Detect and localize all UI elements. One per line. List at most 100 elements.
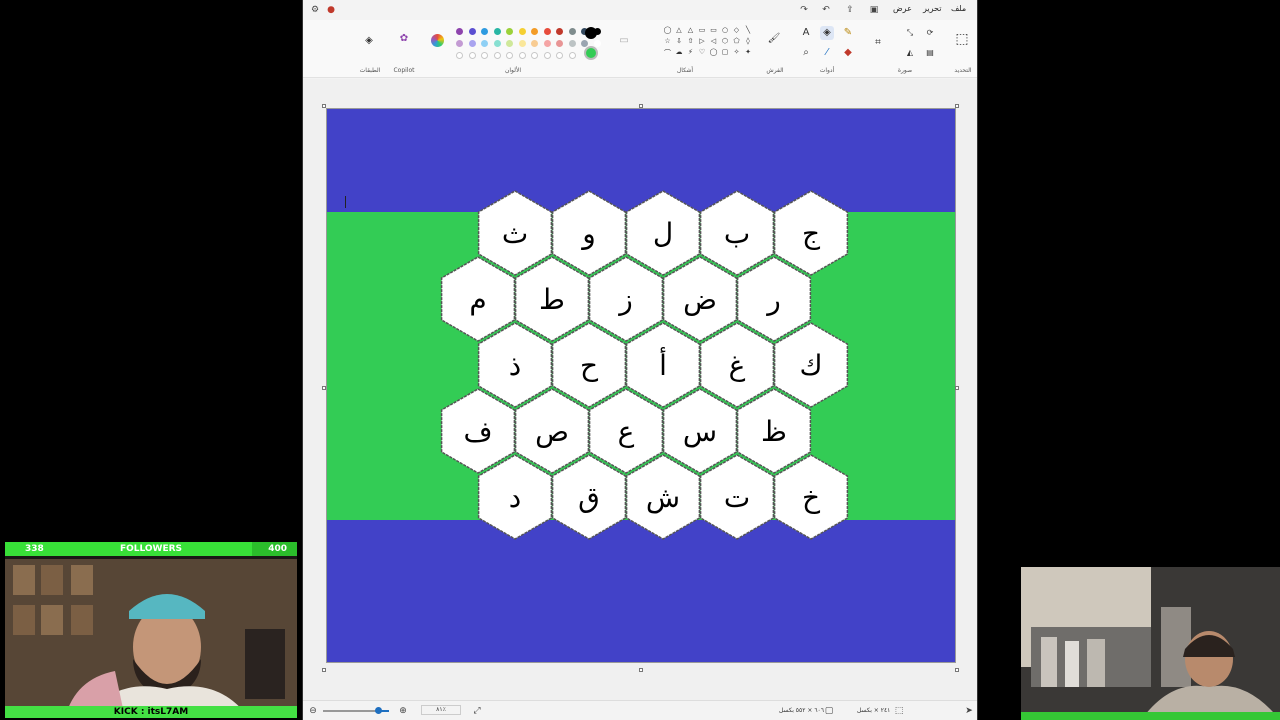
- resize-handle-left[interactable]: [322, 386, 326, 390]
- color-swatch[interactable]: [493, 28, 501, 35]
- fill-tool-icon[interactable]: ◈: [820, 26, 834, 40]
- rotate-icon[interactable]: ⟳: [923, 26, 937, 40]
- shape-option-icon[interactable]: ⬠: [732, 37, 742, 45]
- color-swatch[interactable]: [468, 28, 476, 35]
- custom-color-slot[interactable]: [568, 52, 576, 59]
- hex-cell[interactable]: ز: [588, 256, 664, 342]
- hex-cell[interactable]: ح: [551, 322, 627, 408]
- shape-option-icon[interactable]: ⇩: [674, 37, 684, 45]
- color-swatch[interactable]: [531, 40, 538, 47]
- color-swatch[interactable]: [531, 28, 538, 35]
- color-swatch[interactable]: [456, 40, 463, 47]
- select-rectangle-icon[interactable]: ⬚: [955, 32, 969, 46]
- hex-cell[interactable]: ط: [514, 256, 590, 342]
- hex-cell[interactable]: د: [477, 454, 553, 540]
- crop-icon[interactable]: ⌗: [871, 36, 885, 50]
- hex-cell[interactable]: ت: [699, 454, 775, 540]
- hex-cell[interactable]: س: [662, 388, 738, 474]
- fit-to-window-icon[interactable]: ⤢: [471, 705, 483, 717]
- hex-cell[interactable]: ذ: [477, 322, 553, 408]
- hex-cell[interactable]: غ: [699, 322, 775, 408]
- shape-option-icon[interactable]: ▭: [697, 26, 707, 34]
- secondary-color-swatch[interactable]: [584, 46, 598, 60]
- color-swatch[interactable]: [481, 40, 488, 47]
- custom-color-slot[interactable]: [493, 52, 501, 59]
- menu-file[interactable]: ملف: [951, 4, 966, 13]
- hex-cell[interactable]: ظ: [736, 388, 812, 474]
- hex-cell[interactable]: و: [551, 190, 627, 276]
- hex-cell[interactable]: ب: [699, 190, 775, 276]
- color-swatch[interactable]: [556, 40, 563, 47]
- color-picker-icon[interactable]: ⁄: [820, 46, 834, 60]
- shape-option-icon[interactable]: ◯: [709, 48, 719, 56]
- shape-option-icon[interactable]: ◇: [732, 26, 742, 34]
- shape-option-icon[interactable]: ◁: [709, 37, 719, 45]
- shape-option-icon[interactable]: ⚡: [686, 48, 696, 56]
- image-more-icon[interactable]: ▤: [923, 46, 937, 60]
- shape-option-icon[interactable]: ╲: [743, 26, 753, 34]
- hex-cell[interactable]: ك: [773, 322, 849, 408]
- color-swatch[interactable]: [506, 40, 513, 47]
- custom-color-slot[interactable]: [468, 52, 476, 59]
- hex-cell[interactable]: أ: [625, 322, 701, 408]
- resize-handle-top-right[interactable]: [955, 104, 959, 108]
- custom-color-slot[interactable]: [481, 52, 488, 59]
- menu-view[interactable]: عرض: [893, 4, 912, 13]
- shape-option-icon[interactable]: ⬡: [720, 37, 730, 45]
- eraser-icon[interactable]: ◆: [841, 46, 855, 60]
- color-swatch[interactable]: [468, 40, 476, 47]
- resize-icon[interactable]: ⤡: [903, 26, 917, 40]
- color-swatch[interactable]: [481, 28, 488, 35]
- hex-cell[interactable]: م: [440, 256, 516, 342]
- hex-cell[interactable]: ص: [514, 388, 590, 474]
- magnifier-icon[interactable]: ⌕: [799, 46, 813, 60]
- copilot-icon[interactable]: ✿: [397, 32, 411, 46]
- zoom-out-icon[interactable]: ⊖: [307, 705, 319, 717]
- settings-icon[interactable]: ⚙: [309, 4, 321, 16]
- color-swatch[interactable]: [593, 40, 601, 47]
- shape-option-icon[interactable]: ▢: [720, 48, 730, 56]
- outline-fill-icon[interactable]: ▭: [617, 34, 631, 48]
- zoom-in-icon[interactable]: ⊕: [397, 705, 409, 717]
- hex-cell[interactable]: ض: [662, 256, 738, 342]
- shape-option-icon[interactable]: ✦: [743, 48, 753, 56]
- hex-cell[interactable]: خ: [773, 454, 849, 540]
- color-swatch[interactable]: [506, 28, 513, 35]
- menu-edit[interactable]: تحرير: [923, 4, 941, 13]
- shape-option-icon[interactable]: ◯: [663, 26, 673, 34]
- shape-option-icon[interactable]: ◊: [743, 37, 753, 45]
- drawing-canvas[interactable]: ث و ل ب ج م ط ز ض ر ذ ح أ غ ك ف ص ع س ظ د ق ش ت خ: [326, 108, 956, 663]
- color-swatch[interactable]: [568, 28, 576, 35]
- resize-handle-bottom[interactable]: [639, 668, 643, 672]
- resize-handle-right[interactable]: [955, 386, 959, 390]
- shape-option-icon[interactable]: ✧: [732, 48, 742, 56]
- color-swatch[interactable]: [543, 40, 551, 47]
- shape-option-icon[interactable]: ☁: [674, 48, 684, 56]
- hex-cell[interactable]: ج: [773, 190, 849, 276]
- shape-option-icon[interactable]: ○: [720, 26, 730, 34]
- shape-option-icon[interactable]: ⇧: [686, 37, 696, 45]
- zoom-level[interactable]: ٨١٪: [421, 705, 461, 715]
- share-icon[interactable]: ⇪: [844, 4, 856, 16]
- primary-color-swatch[interactable]: [585, 27, 597, 39]
- save-icon[interactable]: ▣: [868, 4, 880, 16]
- hex-cell[interactable]: ف: [440, 388, 516, 474]
- shape-option-icon[interactable]: ⌒: [663, 48, 673, 58]
- hex-cell[interactable]: ع: [588, 388, 664, 474]
- custom-color-slot[interactable]: [506, 52, 513, 59]
- shape-option-icon[interactable]: ☆: [663, 37, 673, 45]
- flip-icon[interactable]: ◭: [903, 46, 917, 60]
- resize-handle-bottom-left[interactable]: [322, 668, 326, 672]
- color-swatch[interactable]: [518, 40, 526, 47]
- shape-option-icon[interactable]: △: [674, 26, 684, 34]
- hex-cell[interactable]: ق: [551, 454, 627, 540]
- layers-icon[interactable]: ◈: [362, 34, 376, 48]
- zoom-slider[interactable]: [323, 707, 389, 714]
- resize-handle-bottom-right[interactable]: [955, 668, 959, 672]
- hex-cell[interactable]: ل: [625, 190, 701, 276]
- undo-icon[interactable]: ↶: [820, 4, 832, 16]
- text-tool-icon[interactable]: A: [799, 26, 813, 40]
- resize-handle-top[interactable]: [639, 104, 643, 108]
- custom-color-slot[interactable]: [456, 52, 463, 59]
- edit-colors-icon[interactable]: [431, 34, 444, 47]
